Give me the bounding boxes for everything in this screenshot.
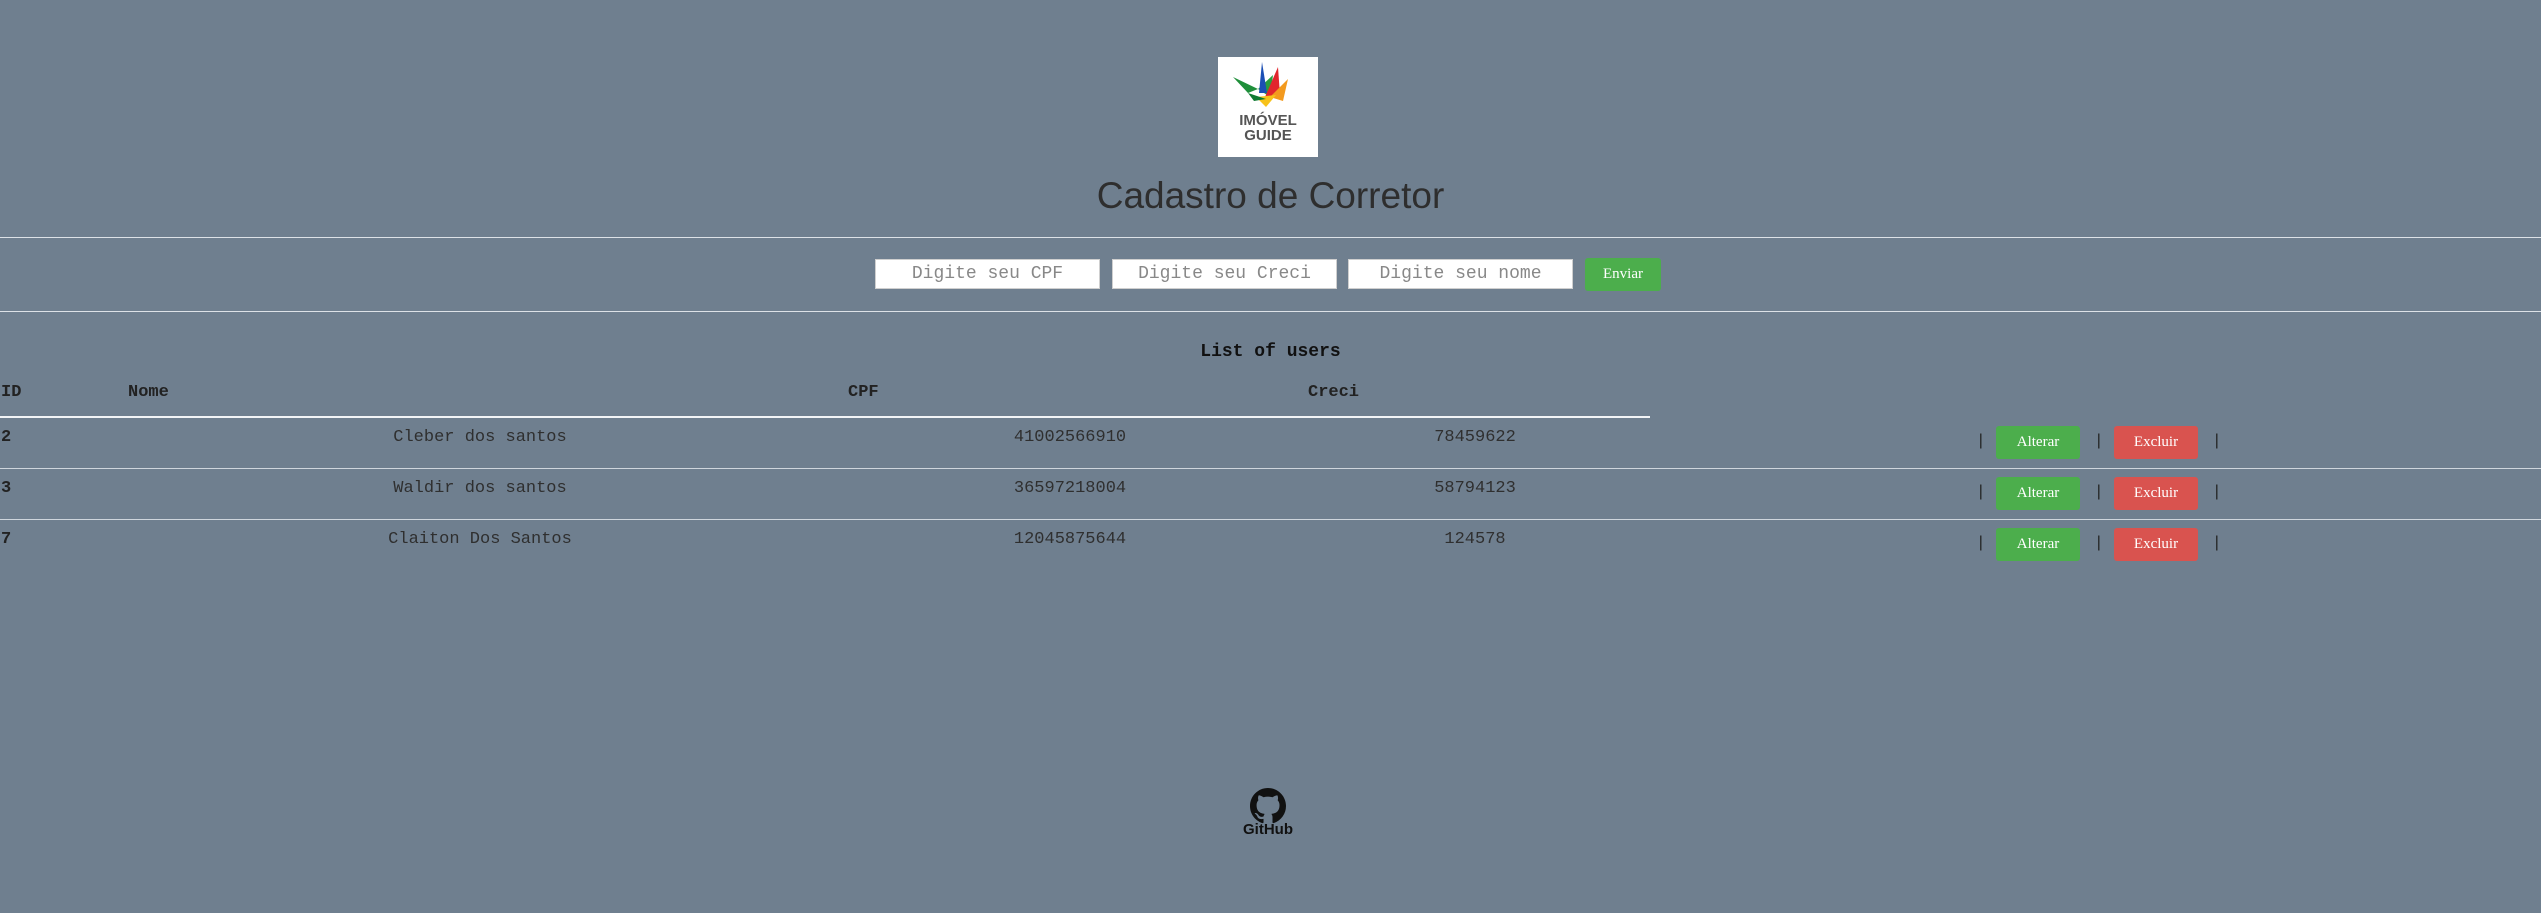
divider-top [0,237,2541,238]
column-header-creci: Creci [1308,383,1360,402]
github-label: GitHub [1243,821,1293,838]
creci-input[interactable] [1112,259,1337,289]
separator: | [2212,483,2222,501]
logo-bird-icon [1233,62,1288,107]
logo-text-imovel: IMÓVEL [1239,112,1297,129]
cell-cpf: 41002566910 [1013,428,1127,447]
logo-text-guide: GUIDE [1244,127,1292,144]
separator: | [2212,534,2222,552]
column-header-cpf: CPF [848,383,879,402]
column-header-id: ID [1,383,22,402]
edit-button[interactable]: Alterar [1996,477,2080,510]
cell-id: 2 [1,428,12,447]
cpf-input[interactable] [875,259,1100,289]
cell-nome: Cleber dos santos [393,428,567,447]
separator: | [1976,534,1986,552]
github-link[interactable]: GitHub [1237,788,1299,844]
cell-creci: 78459622 [1434,428,1516,447]
page-title: Cadastro de Corretor [1096,175,1445,216]
cell-cpf: 12045875644 [1013,530,1127,549]
separator: | [2094,483,2104,501]
page: IMÓVEL GUIDE Cadastro de Corretor Enviar… [0,0,2541,913]
separator: | [1976,483,1986,501]
cell-nome: Claiton Dos Santos [388,530,572,549]
nome-input[interactable] [1348,259,1573,289]
delete-button[interactable]: Excluir [2114,477,2198,510]
cell-cpf: 36597218004 [1013,479,1127,498]
delete-button[interactable]: Excluir [2114,528,2198,561]
github-icon [1250,788,1286,824]
separator: | [1976,432,1986,450]
edit-button[interactable]: Alterar [1996,426,2080,459]
delete-button[interactable]: Excluir [2114,426,2198,459]
cell-creci: 124578 [1444,530,1506,549]
separator: | [2212,432,2222,450]
separator: | [2094,432,2104,450]
cell-id: 3 [1,479,12,498]
cell-id: 7 [1,530,12,549]
table-row: 2 Cleber dos santos 41002566910 78459622… [0,418,2541,469]
cell-nome: Waldir dos santos [393,479,567,498]
separator: | [2094,534,2104,552]
table-row: 3 Waldir dos santos 36597218004 58794123… [0,469,2541,520]
submit-button[interactable]: Enviar [1585,258,1661,291]
divider-bottom [0,311,2541,312]
cell-creci: 58794123 [1434,479,1516,498]
imovel-guide-logo: IMÓVEL GUIDE [1218,57,1318,157]
table-row: 7 Claiton Dos Santos 12045875644 124578 … [0,520,2541,571]
list-title: List of users [1200,342,1341,362]
edit-button[interactable]: Alterar [1996,528,2080,561]
column-header-nome: Nome [128,383,169,402]
